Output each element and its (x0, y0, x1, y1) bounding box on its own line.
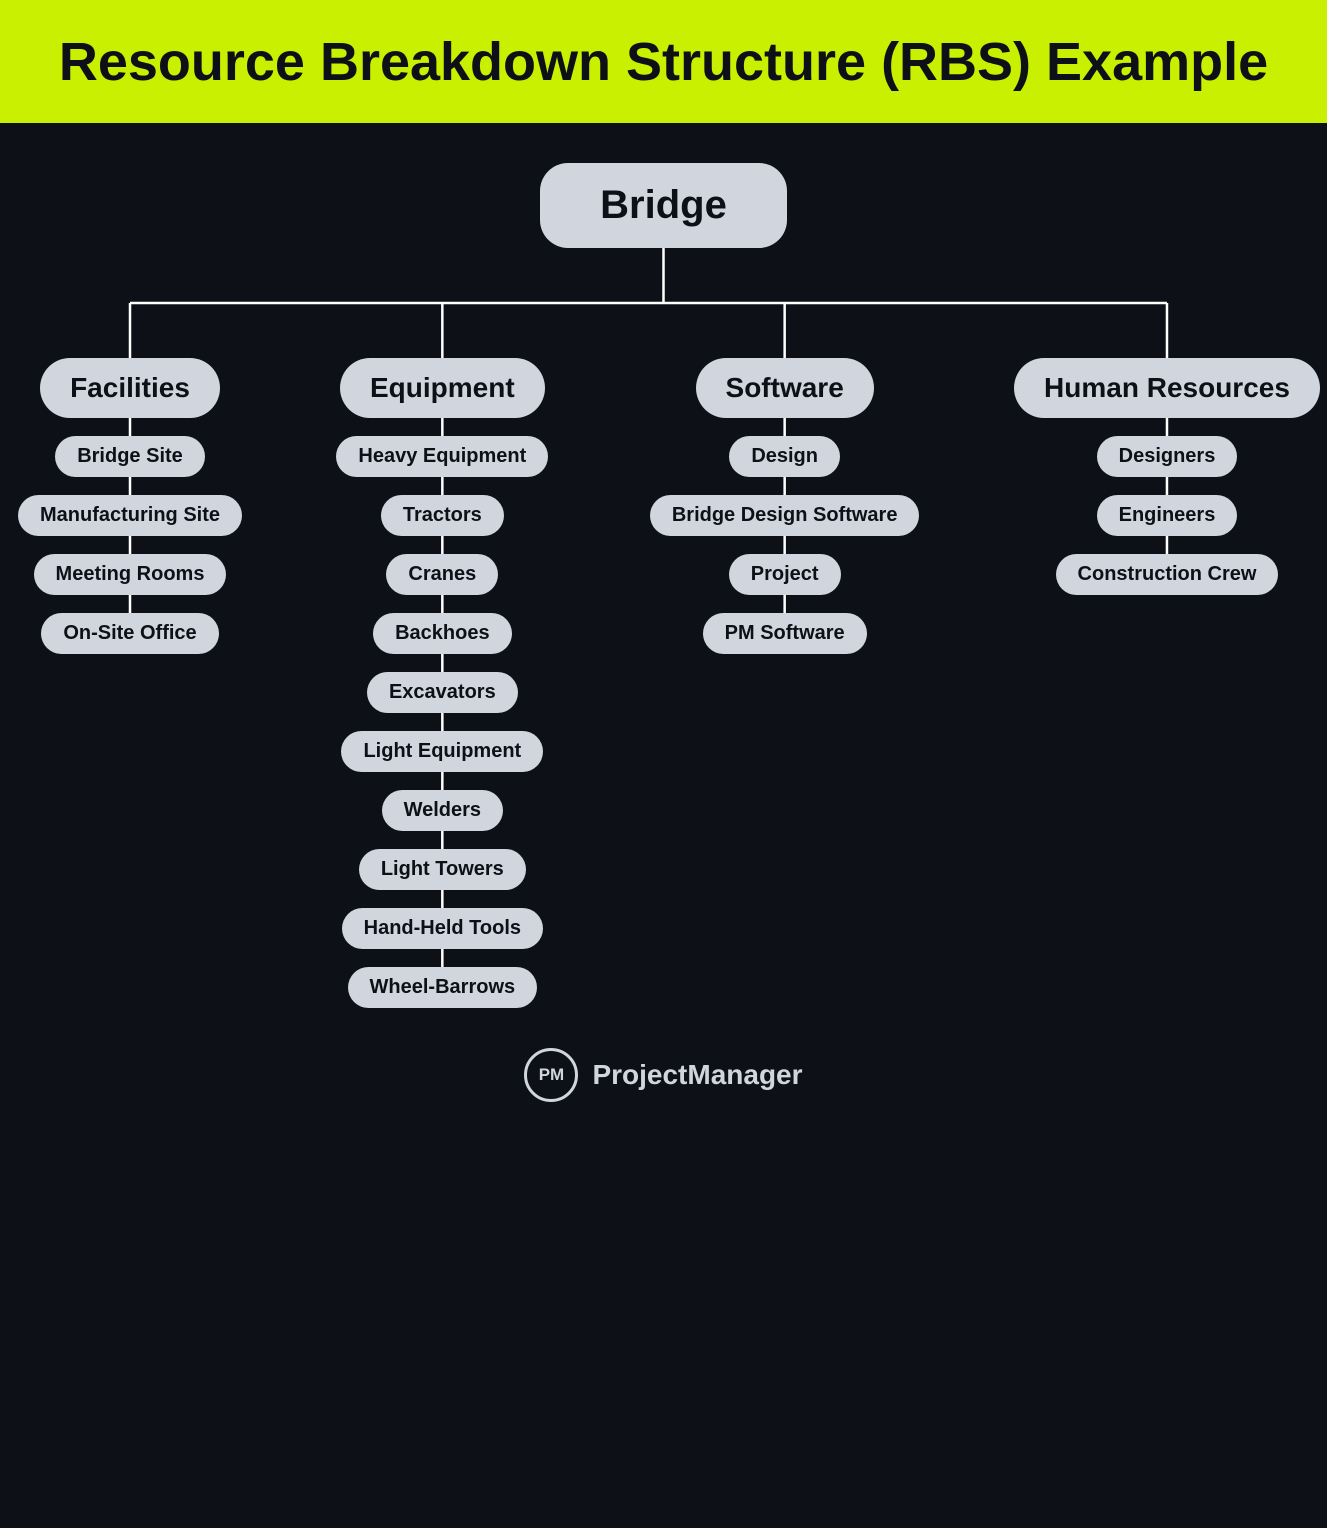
pm-software-node: PM Software (703, 613, 867, 654)
equipment-col: Equipment Heavy Equipment Tractors Crane… (342, 358, 542, 1008)
page-title: Resource Breakdown Structure (RBS) Examp… (20, 30, 1307, 95)
light-equipment-node: Light Equipment (341, 731, 543, 772)
excavators-node: Excavators (367, 672, 518, 713)
construction-crew-node: Construction Crew (1056, 554, 1279, 595)
cranes-node: Cranes (386, 554, 498, 595)
onsite-office-node: On-Site Office (41, 613, 218, 654)
page-header: Resource Breakdown Structure (RBS) Examp… (0, 0, 1327, 123)
design-node: Design (729, 436, 840, 477)
light-towers-node: Light Towers (359, 849, 526, 890)
hr-col: Human Resources Designers Engineers Cons… (1027, 358, 1307, 595)
pm-logo: PM (524, 1048, 578, 1102)
designers-node: Designers (1097, 436, 1238, 477)
backhoes-node: Backhoes (373, 613, 512, 654)
footer: PM ProjectManager (20, 1048, 1307, 1102)
heavy-equipment-node: Heavy Equipment (336, 436, 548, 477)
software-node: Software (696, 358, 874, 418)
project-node: Project (729, 554, 841, 595)
manufacturing-site-node: Manufacturing Site (18, 495, 242, 536)
equipment-node: Equipment (340, 358, 545, 418)
bridge-design-software-node: Bridge Design Software (650, 495, 920, 536)
brand-name: ProjectManager (592, 1059, 802, 1091)
diagram-area: Bridge Facilities Bridge Site Manufactur… (0, 123, 1327, 1162)
facilities-node: Facilities (40, 358, 220, 418)
wheelbarrows-node: Wheel-Barrows (348, 967, 538, 1008)
engineers-node: Engineers (1097, 495, 1238, 536)
facilities-col: Facilities Bridge Site Manufacturing Sit… (20, 358, 240, 654)
hr-node: Human Resources (1014, 358, 1320, 418)
software-col: Software Design Bridge Design Software P… (645, 358, 925, 654)
tractors-node: Tractors (381, 495, 504, 536)
bridge-site-node: Bridge Site (55, 436, 205, 477)
welders-node: Welders (382, 790, 503, 831)
root-node: Bridge (540, 163, 787, 248)
meeting-rooms-node: Meeting Rooms (34, 554, 227, 595)
tree-wrapper: Bridge Facilities Bridge Site Manufactur… (20, 163, 1307, 1102)
handheld-tools-node: Hand-Held Tools (342, 908, 543, 949)
